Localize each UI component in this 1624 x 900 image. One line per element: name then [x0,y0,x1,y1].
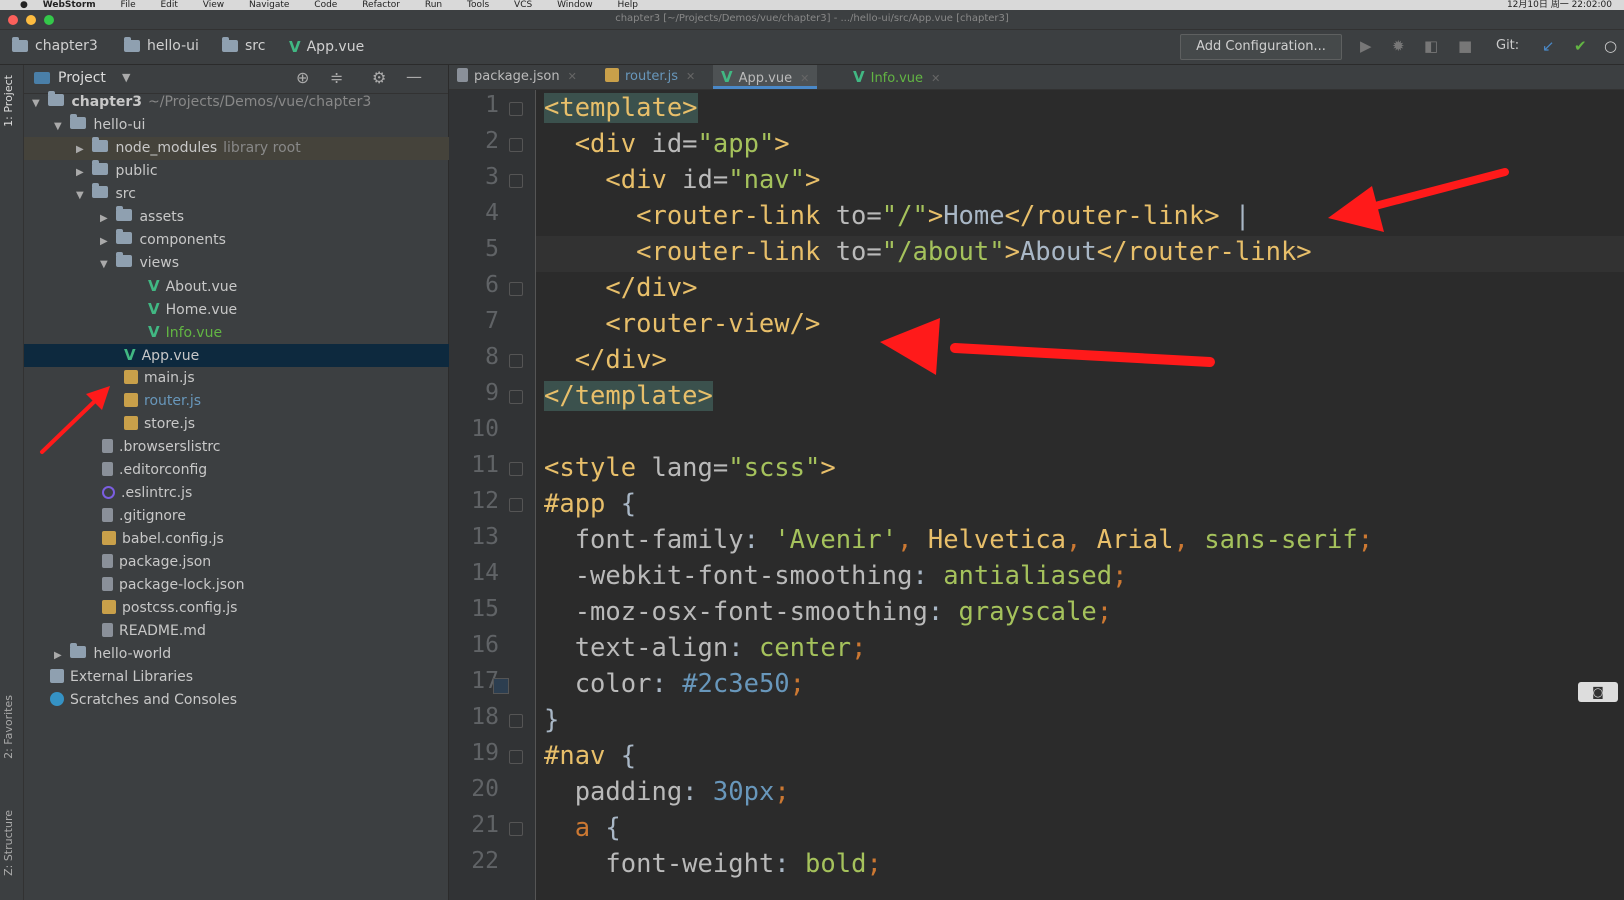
annotation-arrow-app-vue [40,386,110,454]
annotation-overlay [40,168,1509,454]
annotation-arrow-line4 [1328,168,1509,232]
annotation-arrow-line7 [880,318,1215,375]
